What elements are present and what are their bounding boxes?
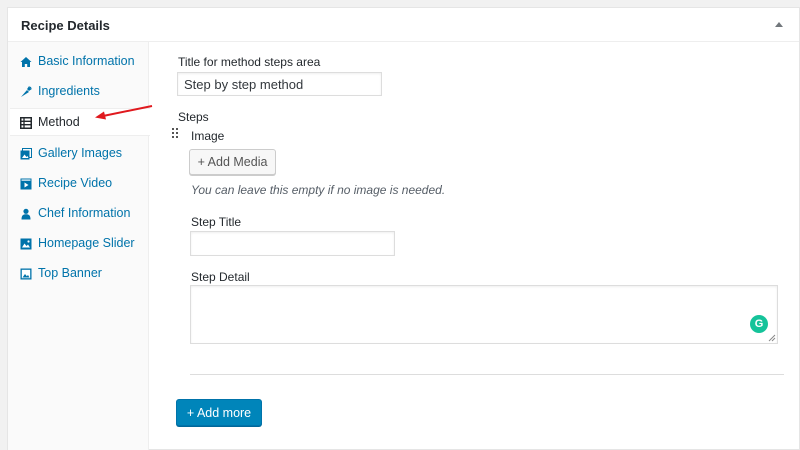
tab-ingredients[interactable]: Ingredients: [8, 78, 149, 106]
steps-label: Steps: [178, 110, 209, 124]
tab-homepage-slider[interactable]: Homepage Slider: [8, 230, 149, 258]
tab-method[interactable]: Method: [10, 108, 150, 136]
tab-recipe-video[interactable]: Recipe Video: [8, 170, 149, 198]
step-title-input[interactable]: [190, 231, 395, 256]
list-view-icon: [20, 117, 32, 129]
step-title-label: Step Title: [191, 215, 242, 229]
grammarly-icon[interactable]: G: [750, 315, 768, 333]
home-icon: [20, 57, 32, 67]
drag-handle-icon[interactable]: [172, 128, 178, 140]
video-icon: [20, 178, 32, 190]
method-panel: Title for method steps area Steps Image …: [150, 42, 800, 450]
tab-chef-information[interactable]: Chef Information: [8, 200, 149, 228]
image-hint: You can leave this empty if no image is …: [191, 183, 446, 197]
slider-icon: [20, 238, 32, 250]
add-more-button[interactable]: + Add more: [176, 399, 262, 426]
resize-handle-icon[interactable]: [767, 333, 776, 342]
method-title-input[interactable]: [177, 72, 382, 96]
collapse-toggle-icon[interactable]: [775, 22, 783, 27]
step-detail-textarea[interactable]: [190, 285, 778, 344]
image-icon: [20, 268, 32, 280]
tab-label: Method: [38, 115, 80, 129]
add-media-button[interactable]: + Add Media: [189, 149, 276, 175]
image-label: Image: [191, 129, 225, 143]
step-detail-label: Step Detail: [191, 270, 250, 284]
recipe-tabs-sidebar: Basic Information Ingredients Method Gal…: [8, 42, 150, 450]
tab-label: Ingredients: [38, 84, 100, 98]
tab-label: Homepage Slider: [38, 236, 135, 250]
step-divider: [190, 374, 784, 375]
method-title-label: Title for method steps area: [178, 55, 321, 69]
gallery-icon: [20, 148, 32, 160]
tab-gallery-images[interactable]: Gallery Images: [8, 140, 149, 168]
metabox-title: Recipe Details: [21, 18, 110, 33]
metabox-header[interactable]: Recipe Details: [8, 8, 799, 42]
carrot-icon: [21, 86, 32, 97]
tab-label: Top Banner: [38, 266, 102, 280]
tab-basic-information[interactable]: Basic Information: [8, 48, 149, 76]
tab-label: Gallery Images: [38, 146, 123, 160]
user-icon: [21, 208, 31, 220]
tab-label: Recipe Video: [38, 176, 113, 190]
recipe-details-metabox: Recipe Details Basic Information Ingredi…: [7, 7, 800, 450]
tab-label: Chef Information: [38, 206, 131, 220]
tab-label: Basic Information: [38, 54, 135, 68]
tab-top-banner[interactable]: Top Banner: [8, 260, 149, 288]
